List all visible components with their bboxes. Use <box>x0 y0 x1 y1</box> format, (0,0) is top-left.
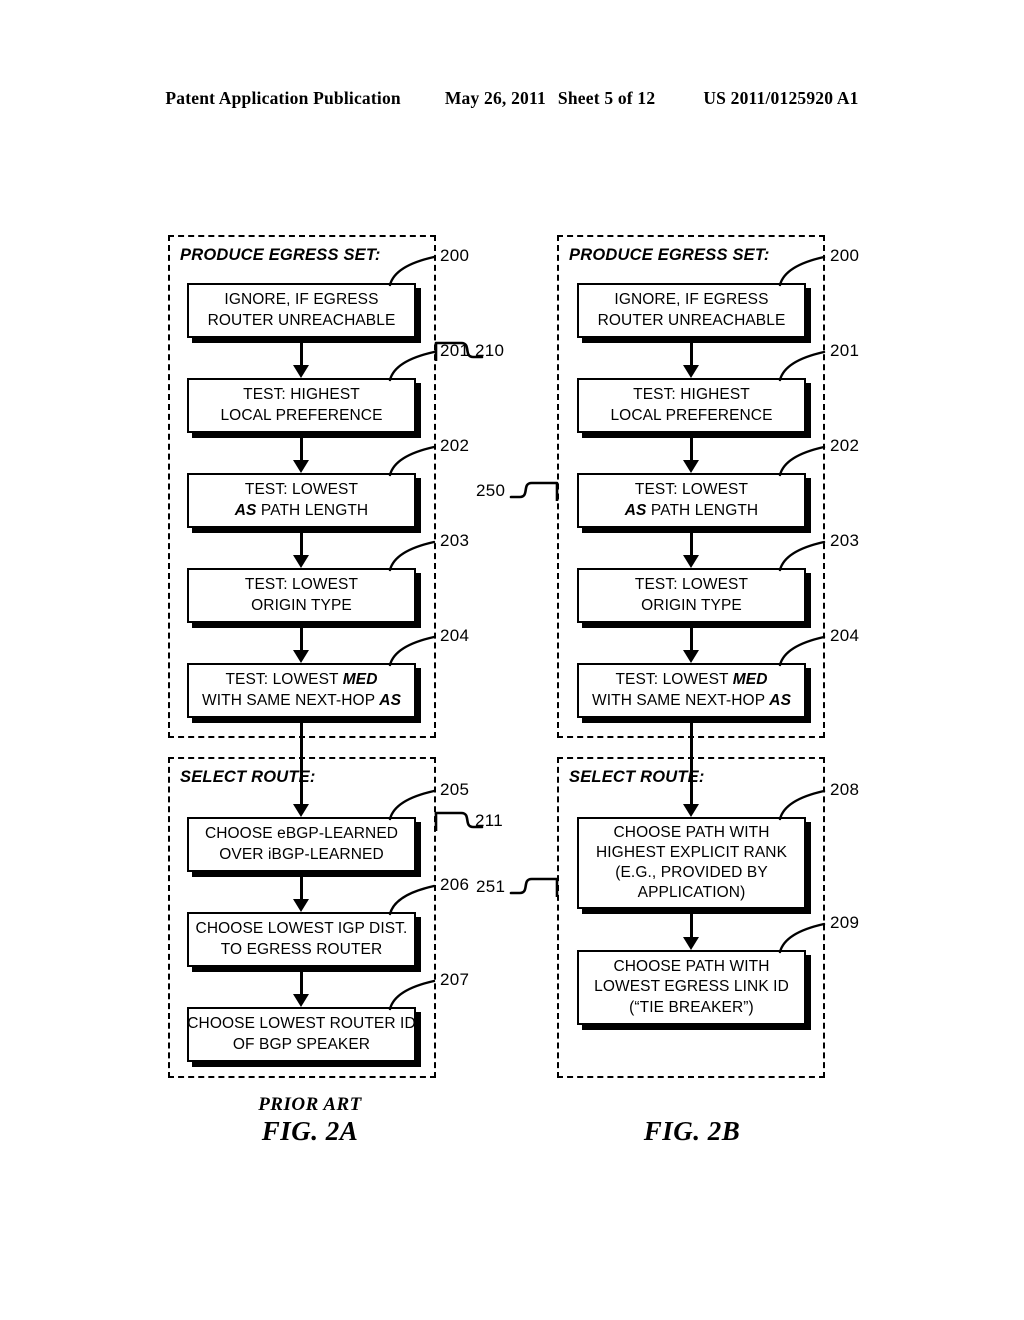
process-box-200[interactable]: IGNORE, IF EGRESS ROUTER UNREACHABLE <box>187 283 416 338</box>
group-reference-number: 211 <box>475 811 504 830</box>
arrow-shaft <box>690 438 693 461</box>
arrow-head <box>683 365 699 378</box>
arrow-head <box>683 804 699 817</box>
process-box-209[interactable]: CHOOSE PATH WITH LOWEST EGRESS LINK ID (“T… <box>577 950 806 1025</box>
reference-number-204: 204 <box>830 626 860 645</box>
reference-number-200: 200 <box>830 246 860 265</box>
reference-number-208: 208 <box>830 780 860 799</box>
header-sheet-number: Sheet 5 of 12 <box>557 88 656 108</box>
prior-art-label: PRIOR ART <box>258 1094 362 1115</box>
process-box-202[interactable]: TEST: LOWEST AS PATH LENGTH <box>577 473 806 528</box>
step-label: CHOOSE PATH WITH HIGHEST EXPLICIT RANK (E.… <box>595 823 788 902</box>
group-reference-number: 251 <box>476 877 506 896</box>
step-label: TEST: HIGHEST LOCAL PREFERENCE <box>610 386 773 424</box>
step-label: TEST: LOWEST MED WITH SAME NEXT-HOP AS <box>591 671 792 709</box>
step-label: IGNORE, IF EGRESS ROUTER UNREACHABLE <box>597 291 786 329</box>
reference-number-202: 202 <box>830 436 860 455</box>
step-label: CHOOSE LOWEST IGP DIST. TO EGRESS ROUTER <box>195 920 408 958</box>
arrow-head <box>293 899 309 912</box>
group-label-select-route: SELECT ROUTE: <box>180 768 316 786</box>
process-box-203[interactable]: TEST: LOWEST ORIGIN TYPE <box>577 568 806 623</box>
arrow-head <box>293 650 309 663</box>
header-patent-number: US 2011/0125920 A1 <box>703 88 859 108</box>
group-bracket-bot <box>509 877 559 897</box>
arrow-shaft <box>690 343 693 366</box>
reference-number-202: 202 <box>440 436 470 455</box>
process-box-207[interactable]: CHOOSE LOWEST ROUTER ID OF BGP SPEAKER <box>187 1007 416 1062</box>
process-box-205[interactable]: CHOOSE eBGP-LEARNED OVER iBGP-LEARNED <box>187 817 416 872</box>
step-label: TEST: LOWEST MED WITH SAME NEXT-HOP AS <box>201 671 402 709</box>
arrow-shaft <box>300 628 303 651</box>
group-bracket-top <box>509 481 559 501</box>
step-label: TEST: HIGHEST LOCAL PREFERENCE <box>220 386 383 424</box>
arrow-shaft <box>690 628 693 651</box>
reference-number-205: 205 <box>440 780 470 799</box>
group-reference-number: 210 <box>475 341 505 360</box>
step-label: CHOOSE eBGP-LEARNED OVER iBGP-LEARNED <box>204 825 399 863</box>
process-box-203[interactable]: TEST: LOWEST ORIGIN TYPE <box>187 568 416 623</box>
process-box-208[interactable]: CHOOSE PATH WITH HIGHEST EXPLICIT RANK (E.… <box>577 817 806 909</box>
process-box-204[interactable]: TEST: LOWEST MED WITH SAME NEXT-HOP AS <box>577 663 806 718</box>
reference-number-207: 207 <box>440 970 470 989</box>
figure-caption: FIG. 2A <box>261 1116 359 1146</box>
arrow-head <box>683 937 699 950</box>
arrow-shaft <box>300 972 303 995</box>
arrow-shaft <box>300 533 303 556</box>
process-box-206[interactable]: CHOOSE LOWEST IGP DIST. TO EGRESS ROUTER <box>187 912 416 967</box>
patent-drawing-page: Patent Application Publication May 26, 2… <box>0 0 1024 1320</box>
arrow-head <box>293 460 309 473</box>
reference-number-203: 203 <box>830 531 860 550</box>
reference-number-200: 200 <box>440 246 470 265</box>
group-label-produce-egress-set: PRODUCE EGRESS SET: <box>569 246 770 264</box>
process-box-202[interactable]: TEST: LOWEST AS PATH LENGTH <box>187 473 416 528</box>
arrow-shaft <box>300 723 303 805</box>
arrow-shaft <box>300 877 303 900</box>
arrow-head <box>293 994 309 1007</box>
arrow-head <box>293 365 309 378</box>
step-label: IGNORE, IF EGRESS ROUTER UNREACHABLE <box>207 291 396 329</box>
arrow-shaft <box>300 438 303 461</box>
group-reference-number: 250 <box>476 481 506 500</box>
arrow-shaft <box>690 723 693 805</box>
process-box-201[interactable]: TEST: HIGHEST LOCAL PREFERENCE <box>577 378 806 433</box>
step-label: TEST: LOWEST ORIGIN TYPE <box>244 576 359 614</box>
page-header: Patent Application Publication May 26, 2… <box>0 88 1024 109</box>
header-publication: Patent Application Publication <box>165 88 401 108</box>
step-label: TEST: LOWEST AS PATH LENGTH <box>624 481 759 519</box>
process-box-204[interactable]: TEST: LOWEST MED WITH SAME NEXT-HOP AS <box>187 663 416 718</box>
step-label: CHOOSE PATH WITH LOWEST EGRESS LINK ID (“T… <box>594 958 789 1016</box>
arrow-shaft <box>690 533 693 556</box>
arrow-head <box>683 460 699 473</box>
arrow-head <box>293 804 309 817</box>
arrow-shaft <box>690 914 693 938</box>
group-label-produce-egress-set: PRODUCE EGRESS SET: <box>180 246 381 264</box>
step-label: TEST: LOWEST AS PATH LENGTH <box>234 481 369 519</box>
figure-caption: FIG. 2B <box>643 1116 741 1146</box>
reference-number-209: 209 <box>830 913 860 932</box>
process-box-201[interactable]: TEST: HIGHEST LOCAL PREFERENCE <box>187 378 416 433</box>
reference-number-203: 203 <box>440 531 470 550</box>
step-label: TEST: LOWEST ORIGIN TYPE <box>634 576 749 614</box>
process-box-200[interactable]: IGNORE, IF EGRESS ROUTER UNREACHABLE <box>577 283 806 338</box>
arrow-shaft <box>300 343 303 366</box>
reference-number-204: 204 <box>440 626 470 645</box>
reference-number-206: 206 <box>440 875 470 894</box>
group-label-select-route: SELECT ROUTE: <box>569 768 705 786</box>
arrow-head <box>293 555 309 568</box>
step-label: CHOOSE LOWEST ROUTER ID OF BGP SPEAKER <box>187 1015 416 1053</box>
reference-number-201: 201 <box>830 341 860 360</box>
arrow-head <box>683 650 699 663</box>
arrow-head <box>683 555 699 568</box>
header-date: May 26, 2011 <box>444 88 546 108</box>
